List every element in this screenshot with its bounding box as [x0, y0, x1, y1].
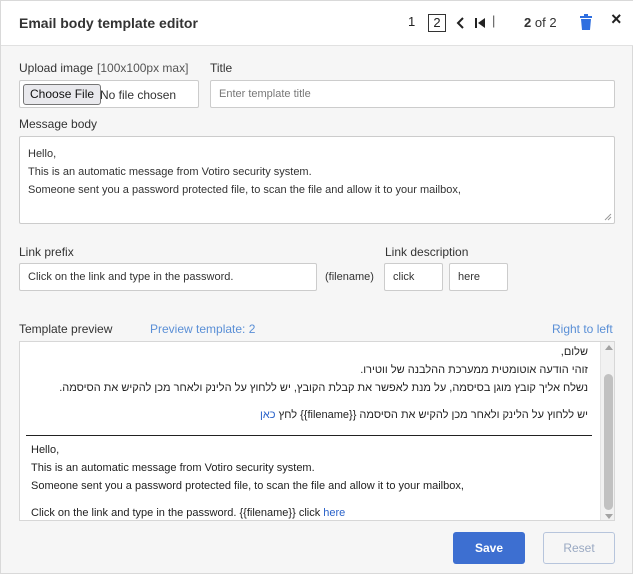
file-upload-field[interactable]: Choose File No file chosen: [19, 80, 199, 108]
rtl-preview: שלום, זוהי הודעה אוטומטית ממערכת ההלבנה …: [20, 342, 598, 424]
link-prefix-label: Link prefix: [19, 245, 74, 259]
rtl-line: נשלח אליך קובץ מוגן בסיסמה, על מנת לאפשר…: [59, 382, 588, 394]
skip-first-icon[interactable]: [474, 14, 486, 32]
template-preview-label: Template preview: [19, 322, 113, 336]
page-total: of 2: [534, 15, 557, 30]
ltr-link-line: Click on the link and type in the passwo…: [31, 504, 591, 520]
message-line: Hello,: [28, 148, 57, 160]
title-label: Title: [210, 61, 233, 75]
rtl-line: זוהי הודעה אוטומטית ממערכת ההלבנה של ווט…: [360, 364, 588, 376]
link-prefix-input[interactable]: Click on the link and type in the passwo…: [19, 263, 317, 291]
current-page: 2: [524, 15, 532, 30]
rtl-link-line: יש ללחוץ על הלינק ולאחר מכן להקיש את הסי…: [20, 406, 588, 424]
ltr-line: This is an automatic message from Votiro…: [31, 462, 315, 474]
page-count: 2 of 2: [524, 15, 557, 30]
trash-icon[interactable]: [579, 14, 593, 31]
rtl-line: שלום,: [560, 346, 588, 358]
close-icon[interactable]: ×: [611, 10, 622, 28]
ltr-link-text: Click on the link and type in the passwo…: [31, 507, 321, 519]
ltr-here-link[interactable]: here: [323, 507, 345, 519]
link-description-input-2[interactable]: here: [449, 263, 508, 291]
ltr-line: Hello,: [31, 444, 60, 456]
right-to-left-link[interactable]: Right to left: [552, 322, 613, 336]
rtl-here-link[interactable]: כאן: [260, 409, 276, 421]
message-line: Someone sent you a password protected fi…: [28, 184, 461, 196]
preview-template-link[interactable]: Preview template: 2: [150, 322, 255, 336]
message-line: This is an automatic message from Votiro…: [28, 166, 312, 178]
scrollbar-thumb[interactable]: [604, 374, 613, 510]
page-1-button[interactable]: 1: [408, 14, 415, 29]
editor-dialog: Email body template editor 1 2 | 2 of 2 …: [0, 0, 633, 574]
dialog-title: Email body template editor: [19, 15, 198, 31]
link-description-label: Link description: [385, 245, 469, 259]
filename-token: (filename): [325, 271, 374, 283]
dialog-header: Email body template editor 1 2 | 2 of 2 …: [1, 1, 633, 46]
preview-scrollbar[interactable]: [600, 342, 614, 520]
ltr-line: Someone sent you a password protected fi…: [31, 480, 464, 492]
file-status: No file chosen: [100, 88, 177, 102]
scroll-up-icon[interactable]: [605, 345, 613, 350]
template-preview-pane[interactable]: שלום, זוהי הודעה אוטומטית ממערכת ההלבנה …: [19, 341, 615, 521]
preview-divider: [26, 435, 592, 436]
chevron-left-icon[interactable]: [455, 14, 465, 32]
scroll-down-icon[interactable]: [605, 514, 613, 519]
link-description-input-1[interactable]: click: [384, 263, 443, 291]
page-2-button[interactable]: 2: [428, 14, 446, 32]
pager-separator: |: [492, 13, 496, 28]
rtl-link-text: יש ללחוץ על הלינק ולאחר מכן להקיש את הסי…: [278, 409, 588, 421]
save-button[interactable]: Save: [453, 532, 525, 564]
choose-file-button[interactable]: Choose File: [23, 84, 102, 105]
ltr-preview: Hello, This is an automatic message from…: [31, 441, 591, 520]
upload-image-label: Upload image [100x100px max]: [19, 61, 188, 75]
upload-size-hint: [100x100px max]: [97, 61, 189, 75]
upload-image-title: Upload image: [19, 61, 94, 75]
message-body-textarea[interactable]: Hello, This is an automatic message from…: [19, 136, 615, 224]
reset-button[interactable]: Reset: [543, 532, 615, 564]
message-body-label: Message body: [19, 117, 98, 131]
resize-grip-icon[interactable]: [604, 213, 612, 221]
template-title-input[interactable]: Enter template title: [210, 80, 615, 108]
